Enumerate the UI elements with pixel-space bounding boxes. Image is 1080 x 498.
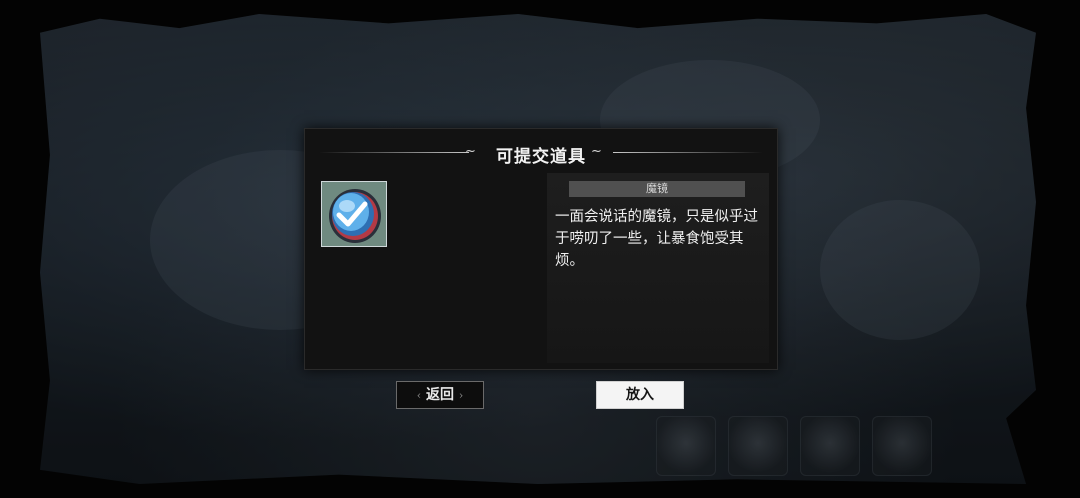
title-divider-right [613, 152, 763, 153]
button-ornament-left-icon: ‹ [416, 389, 422, 402]
put-in-button[interactable]: 放入 [596, 381, 684, 409]
item-slot-magic-mirror[interactable] [321, 181, 387, 247]
button-ornament-right-icon: › [458, 389, 464, 402]
dialog-title: 可提交道具 [496, 147, 586, 167]
put-in-button-label: 放入 [626, 387, 654, 403]
item-description: 一面会说话的魔镜，只是似乎过于唠叨了一些，让暴食饱受其烦。 [555, 209, 758, 269]
item-name-label: 魔镜 [569, 181, 745, 197]
back-button[interactable]: ‹ 返回 › [396, 381, 484, 409]
title-ornament-right: ~ [591, 144, 602, 159]
item-detail-panel: 魔镜 一面会说话的魔镜，只是似乎过于唠叨了一些，让暴食饱受其烦。 [547, 173, 769, 363]
back-button-label: 返回 [426, 387, 454, 403]
submit-item-dialog: ~ 可提交道具 ~ 魔镜 一面会说话的魔镜，只是似乎过于唠叨了一些，让暴食饱受其… [304, 128, 778, 370]
game-screen: ~ 可提交道具 ~ 魔镜 一面会说话的魔镜，只是似乎过于唠叨了一些，让暴食饱受其… [0, 0, 1080, 498]
dialog-title-bar: ~ 可提交道具 ~ [305, 141, 777, 167]
magic-mirror-icon [322, 182, 386, 246]
